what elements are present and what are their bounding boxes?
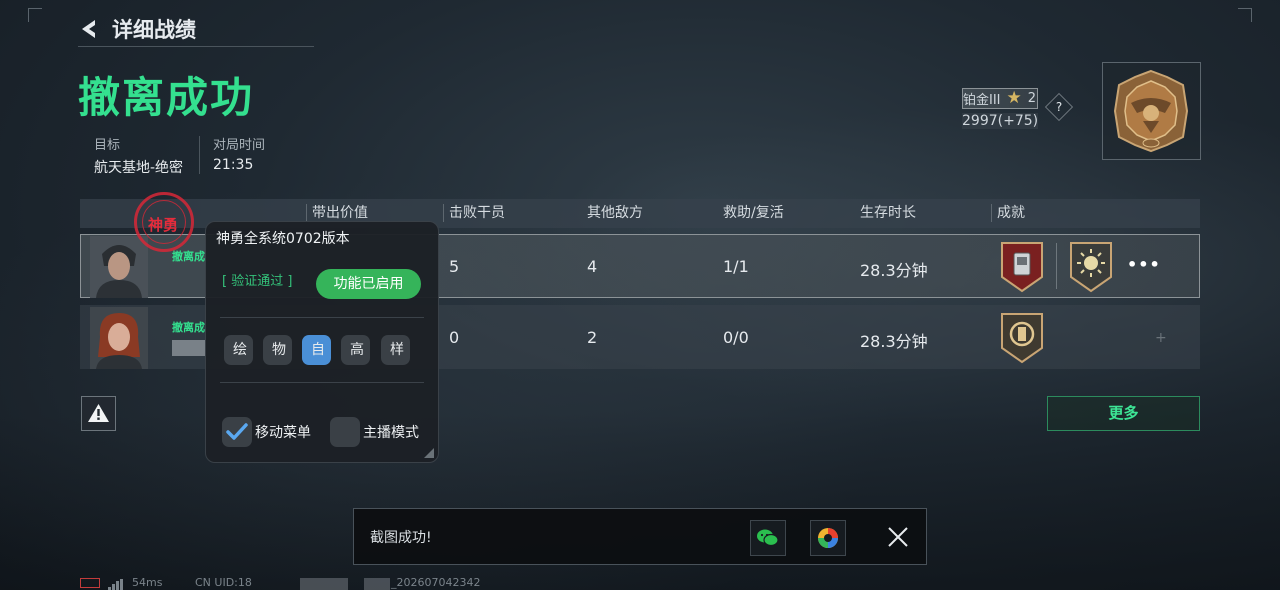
popup-divider bbox=[220, 382, 424, 383]
kills-value: 5 bbox=[449, 257, 460, 276]
chip-auto[interactable]: 自 bbox=[302, 335, 331, 365]
player-avatar bbox=[90, 236, 148, 298]
streamer-mode-checkbox[interactable] bbox=[330, 417, 360, 447]
stamp-text: 神勇 bbox=[148, 216, 179, 234]
match-code: _202607042342 bbox=[391, 576, 481, 589]
screenshot-toast: 截图成功! bbox=[353, 508, 927, 565]
move-menu-label: 移动菜单 bbox=[255, 425, 311, 441]
player-avatar bbox=[90, 307, 148, 369]
wechat-icon bbox=[757, 529, 779, 547]
time-info: 对局时间 21:35 bbox=[213, 134, 265, 173]
streamer-mode-label: 主播模式 bbox=[363, 425, 419, 441]
corner-mark bbox=[1238, 8, 1252, 22]
help-button[interactable]: ? bbox=[1044, 92, 1074, 122]
uid-value: CN UID:18 bbox=[195, 576, 252, 589]
warning-icon bbox=[88, 404, 109, 422]
verified-label: [ 验证通过 ] bbox=[222, 274, 293, 289]
toast-text: 截图成功! bbox=[370, 530, 432, 546]
battery-icon bbox=[80, 578, 100, 588]
chip-advanced[interactable]: 高 bbox=[341, 335, 370, 365]
back-arrow-icon bbox=[82, 20, 95, 38]
player-name: 撤离成 bbox=[172, 250, 205, 263]
target-value: 航天基地-绝密 bbox=[94, 160, 184, 176]
rank-stars: 2 bbox=[1027, 91, 1037, 106]
col-separator bbox=[991, 204, 992, 222]
sun-badge-icon[interactable] bbox=[1067, 241, 1115, 297]
blurred-info bbox=[300, 578, 348, 590]
chip-style[interactable]: 样 bbox=[381, 335, 410, 365]
col-header-assists: 救助/复活 bbox=[723, 205, 784, 221]
back-button[interactable]: 详细战绩 bbox=[78, 14, 196, 44]
match-result: 撤离成功 bbox=[78, 73, 255, 122]
player-name: 撤离成 bbox=[172, 321, 205, 334]
achievement-divider bbox=[1056, 243, 1057, 289]
rank-info: 铂金III ★ 2 2997(+75) bbox=[962, 88, 1039, 129]
help-icon: ? bbox=[1055, 100, 1063, 114]
signal-icon bbox=[108, 576, 124, 590]
kills-value: 0 bbox=[449, 328, 460, 347]
col-separator bbox=[443, 204, 444, 222]
assists-value: 0/0 bbox=[723, 328, 749, 347]
move-menu-checkbox[interactable] bbox=[222, 417, 252, 447]
rank-tier: 铂金III bbox=[963, 93, 1001, 108]
aperture-icon bbox=[818, 528, 838, 548]
album-share-button[interactable] bbox=[810, 520, 846, 556]
page-title: 详细战绩 bbox=[112, 18, 196, 42]
ping-value: 54ms bbox=[132, 576, 163, 589]
resize-handle[interactable] bbox=[424, 448, 434, 458]
feature-enabled-button[interactable]: 功能已启用 bbox=[316, 269, 421, 299]
rank-score: 2997(+75) bbox=[962, 113, 1039, 129]
eagle-medal-icon bbox=[1113, 69, 1189, 153]
others-value: 2 bbox=[587, 328, 598, 347]
popup-divider bbox=[220, 317, 424, 318]
chip-draw[interactable]: 绘 bbox=[224, 335, 253, 365]
header-divider bbox=[78, 46, 314, 47]
more-options-icon[interactable]: ••• bbox=[1127, 255, 1161, 274]
chip-items[interactable]: 物 bbox=[263, 335, 292, 365]
close-toast-button[interactable] bbox=[886, 525, 910, 553]
popup-title: 神勇全系统0702版本 bbox=[216, 231, 350, 247]
emblem-badge-icon[interactable] bbox=[998, 312, 1046, 368]
survival-value: 28.3分钟 bbox=[860, 261, 928, 280]
time-label: 对局时间 bbox=[213, 138, 266, 153]
report-button[interactable] bbox=[81, 396, 116, 431]
col-separator bbox=[306, 204, 307, 222]
extraction-badge-icon[interactable] bbox=[998, 241, 1046, 297]
target-label: 目标 bbox=[94, 138, 121, 153]
blurred-name bbox=[172, 340, 206, 356]
expand-icon[interactable]: + bbox=[1155, 330, 1167, 346]
target-info: 目标 航天基地-绝密 bbox=[94, 134, 183, 177]
rank-medal[interactable] bbox=[1102, 62, 1201, 160]
col-header-others: 其他敌方 bbox=[587, 205, 643, 221]
time-value: 21:35 bbox=[213, 157, 254, 173]
more-button[interactable]: 更多 bbox=[1047, 396, 1200, 431]
cheat-menu-popup: 神勇全系统0702版本 [ 验证通过 ] 功能已启用 绘 物 自 高 样 移动菜… bbox=[205, 221, 439, 463]
blurred-info bbox=[364, 578, 390, 590]
star-icon: ★ bbox=[1006, 88, 1022, 108]
col-header-kills: 击败干员 bbox=[449, 205, 505, 221]
others-value: 4 bbox=[587, 257, 598, 276]
assists-value: 1/1 bbox=[723, 257, 749, 276]
col-header-achievements: 成就 bbox=[997, 205, 1025, 221]
close-icon bbox=[888, 527, 908, 547]
corner-mark bbox=[28, 8, 42, 22]
meta-divider bbox=[199, 136, 200, 174]
survival-value: 28.3分钟 bbox=[860, 332, 928, 351]
wechat-share-button[interactable] bbox=[750, 520, 786, 556]
col-header-survival: 生存时长 bbox=[860, 205, 916, 221]
checkmark-icon bbox=[226, 423, 248, 440]
